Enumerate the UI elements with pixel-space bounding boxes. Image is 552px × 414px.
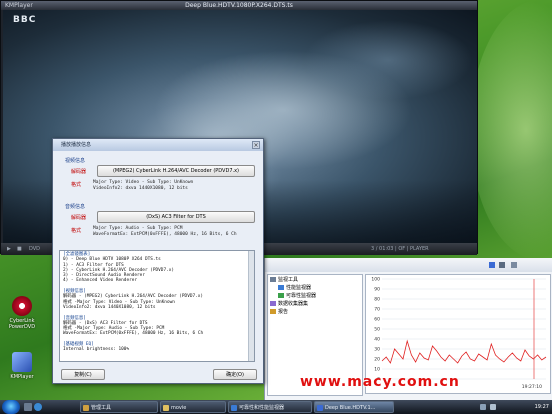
folder-icon [163, 405, 169, 411]
chart-icon [231, 405, 237, 411]
y-tick-label: 60 [374, 317, 380, 323]
video-format-line-2: VideoInfo2: dxva 1440X1080, 12 bits [93, 186, 188, 191]
audio-format-line-2: WaveFormatEx: ExtPCM(0xFFFE), 48000 Hz, … [93, 232, 237, 237]
audio-format-label: 格式 [71, 228, 82, 234]
bbc-logo: BBC [13, 15, 37, 25]
task-movie[interactable]: movie [160, 401, 226, 413]
video-format-line-1: Major Type: Video - Sub Type: UnKnown [93, 180, 194, 185]
y-tick-label: 70 [374, 307, 380, 313]
pause-icon[interactable] [489, 262, 495, 268]
video-decoder-button[interactable]: (MPEG2) CyberLink H.264/AVC Decoder (PDV… [97, 165, 255, 177]
volume-icon[interactable] [490, 404, 496, 410]
tree-item-reports[interactable]: 报告 [270, 309, 288, 316]
start-orb-icon[interactable] [2, 400, 20, 414]
powerdvd-icon [12, 296, 32, 316]
player-title: Deep Blue.HDTV.1080P.X264.DTS.ts [185, 2, 293, 9]
dialog-title[interactable]: 播放播放信息 [53, 139, 263, 151]
player-titlebar[interactable]: KMPlayer Deep Blue.HDTV.1080P.X264.DTS.t… [1, 1, 477, 10]
desktop-icon-label: CyberLink PowerDVD [8, 318, 36, 330]
video-group-label: 视频信息 [65, 158, 86, 164]
reliability-icon [278, 293, 284, 298]
kmplayer-icon [317, 405, 323, 411]
desktop-icon-powerdvd[interactable]: CyberLink PowerDVD [4, 296, 40, 330]
playback-status: 3 / 01:03 | OF | PLAYER [371, 246, 429, 252]
controls-label: DVD [29, 246, 41, 252]
time-axis-label: 19:27:10 [522, 384, 542, 390]
copy-button[interactable]: 复制(C) [61, 369, 105, 380]
y-tick-label: 30 [374, 347, 380, 353]
playback-info-dialog[interactable]: 播放播放信息 × 视频信息 解码器 (MPEG2) CyberLink H.26… [52, 138, 264, 384]
taskbar[interactable]: 管理工具 movie 可靠性和性能监视器 Deep Blue.HDTV.1...… [0, 400, 552, 414]
y-tick-label: 20 [374, 357, 380, 363]
info-lines: [全滤镜图表] 0) - Deep Blue HDTV 1080P X264 DT… [63, 252, 251, 353]
task-perfmon[interactable]: 可靠性和性能监视器 [228, 401, 312, 413]
desktop-icon-kmplayer[interactable]: KMPlayer [4, 352, 40, 380]
filter-info-textbox[interactable]: [全滤镜图表] 0) - Deep Blue HDTV 1080P X264 DT… [59, 250, 255, 362]
network-icon[interactable] [480, 404, 486, 410]
info-line: Internal brightness: 100% [63, 347, 130, 353]
cpu-series-line [381, 339, 547, 364]
tools-icon [270, 277, 276, 282]
y-tick-label: 10 [374, 367, 380, 373]
audio-decoder-label: 解码器 [71, 215, 87, 221]
tree-item-perfmon[interactable]: 性能监视器 [278, 285, 311, 292]
close-icon[interactable]: × [252, 141, 260, 149]
audio-group-label: 音频信息 [65, 204, 86, 210]
folder-icon [83, 405, 89, 411]
ok-button[interactable]: 确定(O) [213, 369, 257, 380]
report-icon [270, 309, 276, 314]
player-app-name: KMPlayer [5, 2, 33, 9]
task-admin-tools[interactable]: 管理工具 [80, 401, 158, 413]
tree-item-collectors[interactable]: 数据收集器集 [270, 301, 308, 308]
collector-icon [270, 301, 276, 306]
clock[interactable]: 19:27 [535, 400, 549, 414]
stop-icon[interactable] [499, 262, 505, 268]
video-decoder-label: 解码器 [71, 169, 87, 175]
tree-item-tools[interactable]: 监视工具 [270, 277, 298, 284]
y-tick-label: 50 [374, 327, 380, 333]
video-format-label: 格式 [71, 182, 82, 188]
properties-icon[interactable] [511, 262, 517, 268]
kmplayer-icon [12, 352, 32, 372]
task-kmplayer[interactable]: Deep Blue.HDTV.1... [314, 401, 394, 413]
y-tick-label: 100 [371, 277, 380, 283]
show-desktop-icon[interactable] [24, 403, 32, 411]
perfmon-toolbar [265, 258, 552, 272]
y-tick-label: 40 [374, 337, 380, 343]
ie-icon[interactable] [34, 403, 42, 411]
desktop-icon-label: KMPlayer [10, 374, 34, 380]
audio-format-line-1: Major Type: Audio - Sub Type: PCM [93, 226, 183, 231]
chart-icon [278, 285, 284, 290]
y-tick-label: 80 [374, 297, 380, 303]
y-tick-label: 90 [374, 287, 380, 293]
stop-icon[interactable]: ■ [17, 243, 22, 255]
watermark: www.macy.com.cn [300, 374, 460, 390]
audio-decoder-button[interactable]: (DxS) AC3 Filter for DTS [97, 211, 255, 223]
play-icon[interactable]: ▶ [7, 243, 11, 255]
tree-item-reliability[interactable]: 可靠性监视器 [278, 293, 316, 300]
textbox-scrollbar[interactable] [248, 251, 254, 361]
